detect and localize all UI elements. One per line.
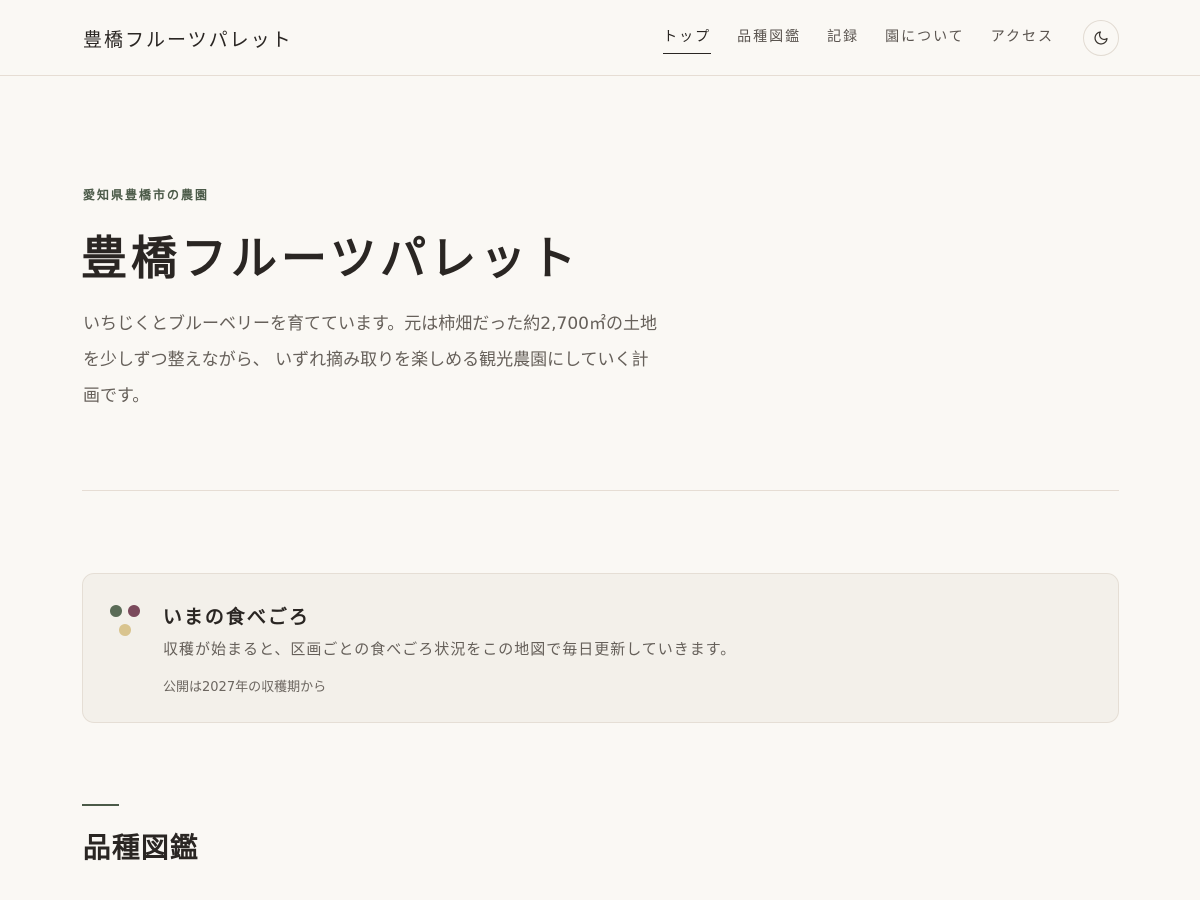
section-accent-rule (82, 804, 119, 806)
harvest-card-note: 公開は2027年の収穫期から (163, 680, 327, 695)
brand-logo-link[interactable]: 豊橋フルーツパレット (83, 25, 293, 52)
status-dot-plum (128, 605, 140, 617)
hero-eyebrow: 愛知県豊橋市の農園 (83, 188, 210, 202)
hero-title: 豊橋フルーツパレット (81, 231, 581, 285)
site-header: 豊橋フルーツパレット トップ 品種図鑑 記録 園について アクセス (0, 0, 1200, 76)
harvest-status-card: いまの食べごろ 収穫が始まると、区画ごとの食べごろ状況をこの地図で毎日更新してい… (82, 573, 1119, 723)
nav-item-top[interactable]: トップ (663, 26, 712, 54)
section-divider (82, 490, 1119, 491)
nav-item-records[interactable]: 記録 (827, 26, 859, 54)
moon-icon (1094, 31, 1108, 45)
varieties-section-title: 品種図鑑 (83, 831, 200, 864)
harvest-card-title: いまの食べごろ (163, 606, 311, 628)
main-nav: トップ 品種図鑑 記録 園について アクセス (663, 26, 1054, 54)
status-dot-green (110, 605, 122, 617)
nav-item-about[interactable]: 園について (885, 26, 965, 54)
nav-item-access[interactable]: アクセス (991, 26, 1054, 54)
hero-lead-text: いちじくとブルーベリーを育てています。元は柿畑だった約2,700㎡の土地を少しず… (83, 314, 657, 406)
nav-item-varieties[interactable]: 品種図鑑 (737, 26, 801, 54)
status-dot-yellow (119, 624, 131, 636)
theme-toggle-button[interactable] (1083, 20, 1119, 56)
harvest-card-description: 収穫が始まると、区画ごとの食べごろ状況をこの地図で毎日更新していきます。 (163, 640, 737, 658)
